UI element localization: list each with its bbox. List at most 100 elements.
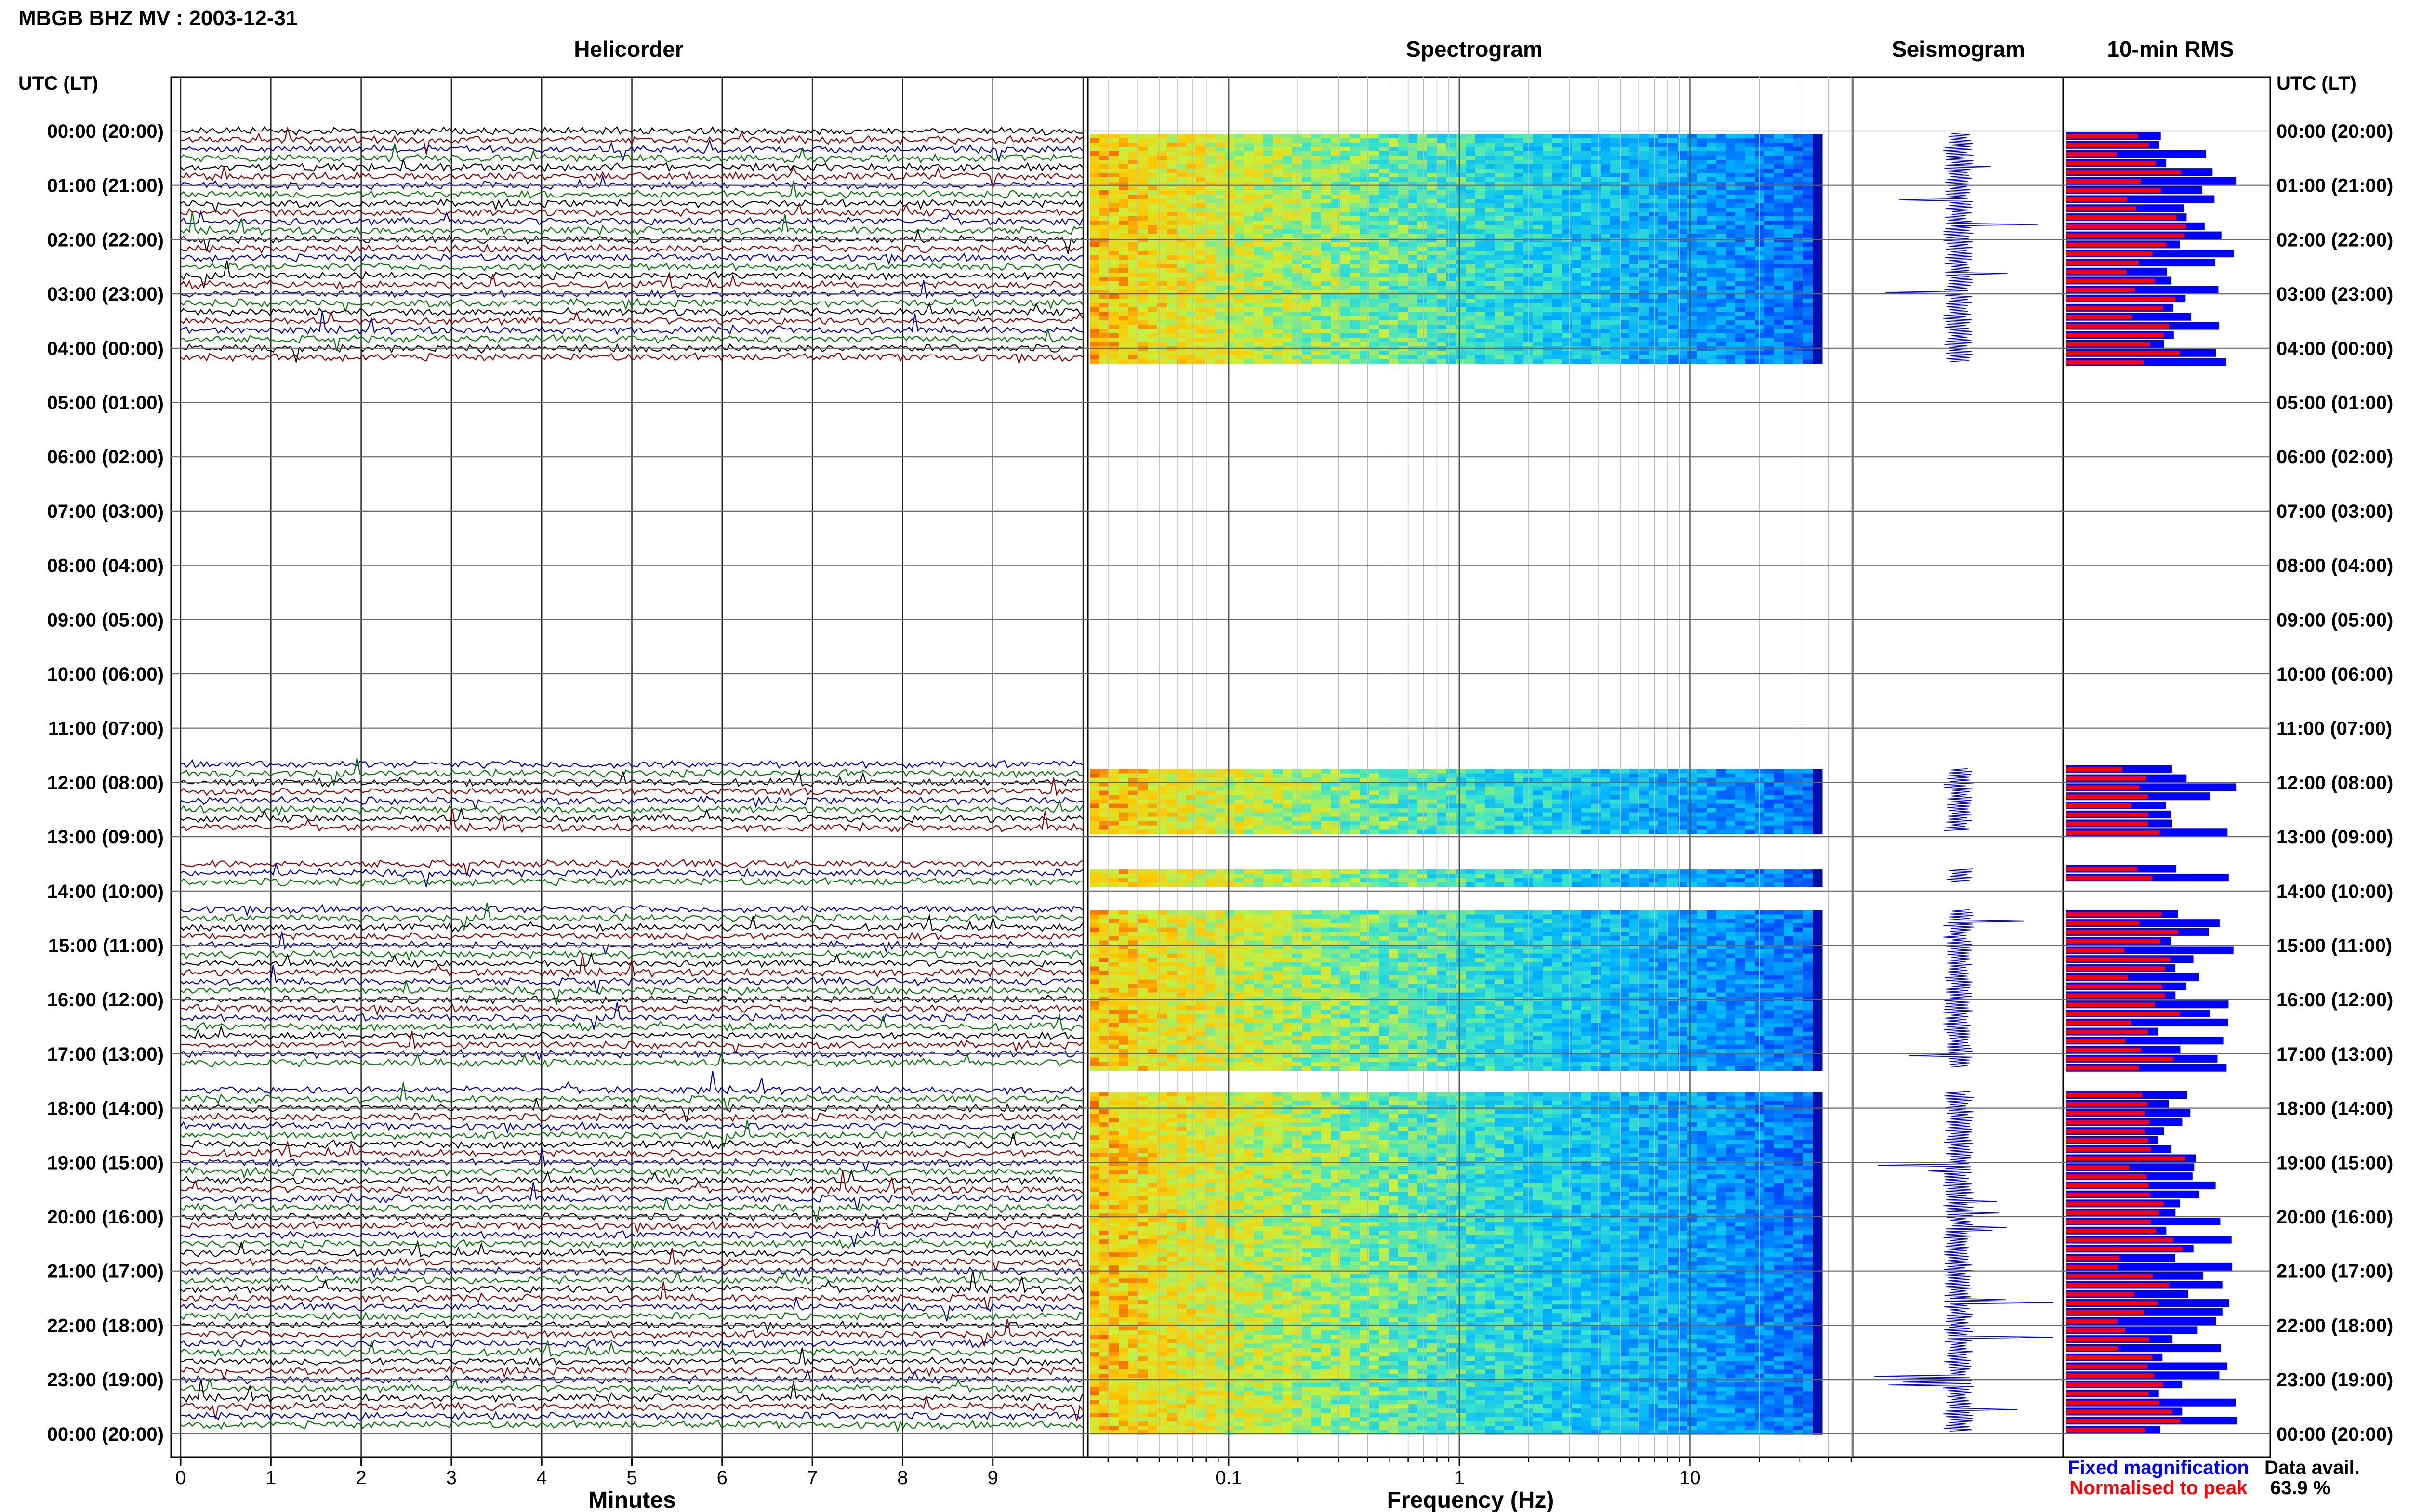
spectrogram-cell bbox=[1774, 333, 1784, 338]
spectrogram-cell bbox=[1629, 299, 1640, 303]
spectrogram-cell bbox=[1283, 355, 1293, 360]
spectrogram-cell bbox=[1572, 808, 1582, 813]
spectrogram-cell bbox=[1485, 229, 1495, 234]
spectrogram-cell bbox=[1572, 169, 1582, 173]
spectrogram-cell bbox=[1504, 234, 1514, 238]
spectrogram-cell bbox=[1620, 260, 1630, 264]
spectrogram-cell bbox=[1090, 303, 1100, 308]
spectrogram-cell bbox=[1591, 769, 1601, 774]
spectrogram-cell bbox=[1340, 134, 1350, 139]
spectrogram-cell bbox=[1167, 351, 1177, 355]
spectrogram-cell bbox=[1514, 160, 1524, 165]
spectrogram-cell bbox=[1215, 803, 1225, 809]
spectrogram-cell bbox=[1649, 173, 1659, 178]
spectrogram-cell bbox=[1813, 803, 1823, 809]
spectrogram-cell bbox=[1803, 199, 1813, 204]
spectrogram-cell bbox=[1109, 212, 1119, 217]
spectrogram-cell bbox=[1244, 195, 1254, 199]
spectrogram-cell bbox=[1148, 777, 1158, 783]
spectrogram-cell bbox=[1215, 773, 1225, 778]
spectrogram-cell bbox=[1668, 190, 1678, 195]
spectrogram-cell bbox=[1109, 299, 1119, 303]
spectrogram-cell bbox=[1658, 212, 1668, 217]
spectrogram-cell bbox=[1601, 164, 1611, 169]
spectrogram-cell bbox=[1658, 338, 1668, 342]
spectrogram-cell bbox=[1764, 812, 1774, 817]
spectrogram-cell bbox=[1427, 221, 1437, 225]
spectrogram-cell bbox=[1379, 160, 1389, 165]
spectrogram-cell bbox=[1302, 273, 1312, 277]
spectrogram-cell bbox=[1803, 303, 1813, 308]
spectrogram-cell bbox=[1668, 151, 1678, 156]
spectrogram-cell bbox=[1668, 164, 1678, 169]
spectrogram-cell bbox=[1562, 351, 1572, 355]
spectrogram-cell bbox=[1620, 186, 1630, 191]
spectrogram-cell bbox=[1495, 773, 1505, 778]
spectrogram-cell bbox=[1581, 812, 1591, 817]
spectrogram-cell bbox=[1177, 255, 1187, 260]
spectrogram-cell bbox=[1138, 169, 1148, 173]
spectrogram-cell bbox=[1311, 777, 1322, 783]
spectrogram-cell bbox=[1562, 273, 1572, 277]
spectrogram-cell bbox=[1735, 212, 1746, 217]
spectrogram-cell bbox=[1254, 359, 1264, 364]
spectrogram-cell bbox=[1572, 255, 1582, 260]
spectrogram-cell bbox=[1639, 229, 1649, 234]
spectrogram-cell bbox=[1735, 203, 1746, 208]
spectrogram-cell bbox=[1552, 138, 1562, 143]
spectrogram-cell bbox=[1157, 316, 1167, 321]
spectrogram-cell bbox=[1697, 234, 1707, 238]
spectrogram-cell bbox=[1687, 229, 1697, 234]
spectrogram-cell bbox=[1302, 773, 1312, 778]
spectrogram-cell bbox=[1283, 199, 1293, 204]
spectrogram-cell bbox=[1514, 790, 1524, 796]
spectrogram-cell bbox=[1466, 160, 1476, 165]
spectrogram-cell bbox=[1225, 795, 1235, 800]
spectrogram-cell bbox=[1745, 186, 1755, 191]
spectrogram-cell bbox=[1398, 208, 1408, 212]
spectrogram-cell bbox=[1726, 803, 1736, 809]
spectrogram-cell bbox=[1244, 260, 1254, 264]
spectrogram-cell bbox=[1504, 786, 1514, 791]
spectrogram-cell bbox=[1716, 329, 1726, 334]
spectrogram-cell bbox=[1273, 173, 1283, 178]
spectrogram-cell bbox=[1177, 359, 1187, 364]
spectrogram-cell bbox=[1456, 225, 1466, 230]
spectrogram-cell bbox=[1803, 299, 1813, 303]
spectrogram-cell bbox=[1658, 147, 1668, 152]
spectrogram-cell bbox=[1302, 147, 1312, 152]
spectrogram-cell bbox=[1697, 277, 1707, 282]
spectrogram-cell bbox=[1157, 234, 1167, 238]
spectrogram-cell bbox=[1629, 359, 1640, 364]
spectrogram-cell bbox=[1562, 195, 1572, 199]
spectrogram-cell bbox=[1687, 351, 1697, 355]
spectrogram-cell bbox=[1398, 307, 1408, 312]
spectrogram-cell bbox=[1620, 134, 1630, 139]
spectrogram-cell bbox=[1735, 234, 1746, 238]
spectrogram-cell bbox=[1148, 173, 1158, 178]
spectrogram-cell bbox=[1629, 251, 1640, 256]
spectrogram-cell bbox=[1177, 134, 1187, 139]
spectrogram-cell bbox=[1495, 195, 1505, 199]
spectrogram-cell bbox=[1620, 359, 1630, 364]
spectrogram-cell bbox=[1803, 795, 1813, 800]
spectrogram-cell bbox=[1148, 216, 1158, 221]
spectrogram-cell bbox=[1639, 812, 1649, 817]
spectrogram-cell bbox=[1350, 238, 1360, 243]
spectrogram-cell bbox=[1283, 260, 1293, 264]
spectrogram-cell bbox=[1196, 242, 1206, 247]
spectrogram-cell bbox=[1292, 268, 1302, 273]
spectrogram-cell bbox=[1321, 307, 1331, 312]
spectrogram-cell bbox=[1456, 186, 1466, 191]
spectrogram-cell bbox=[1687, 277, 1697, 282]
spectrogram-cell bbox=[1446, 355, 1456, 360]
spectrogram-cell bbox=[1215, 329, 1225, 334]
spectrogram-cell bbox=[1707, 268, 1717, 273]
spectrogram-cell bbox=[1350, 143, 1360, 147]
spectrogram-cell bbox=[1466, 264, 1476, 269]
spectrogram-cell bbox=[1707, 773, 1717, 778]
spectrogram-cell bbox=[1225, 281, 1235, 286]
spectrogram-cell bbox=[1485, 160, 1495, 165]
spectrogram-cell bbox=[1601, 143, 1611, 147]
spectrogram-cell bbox=[1668, 795, 1678, 800]
